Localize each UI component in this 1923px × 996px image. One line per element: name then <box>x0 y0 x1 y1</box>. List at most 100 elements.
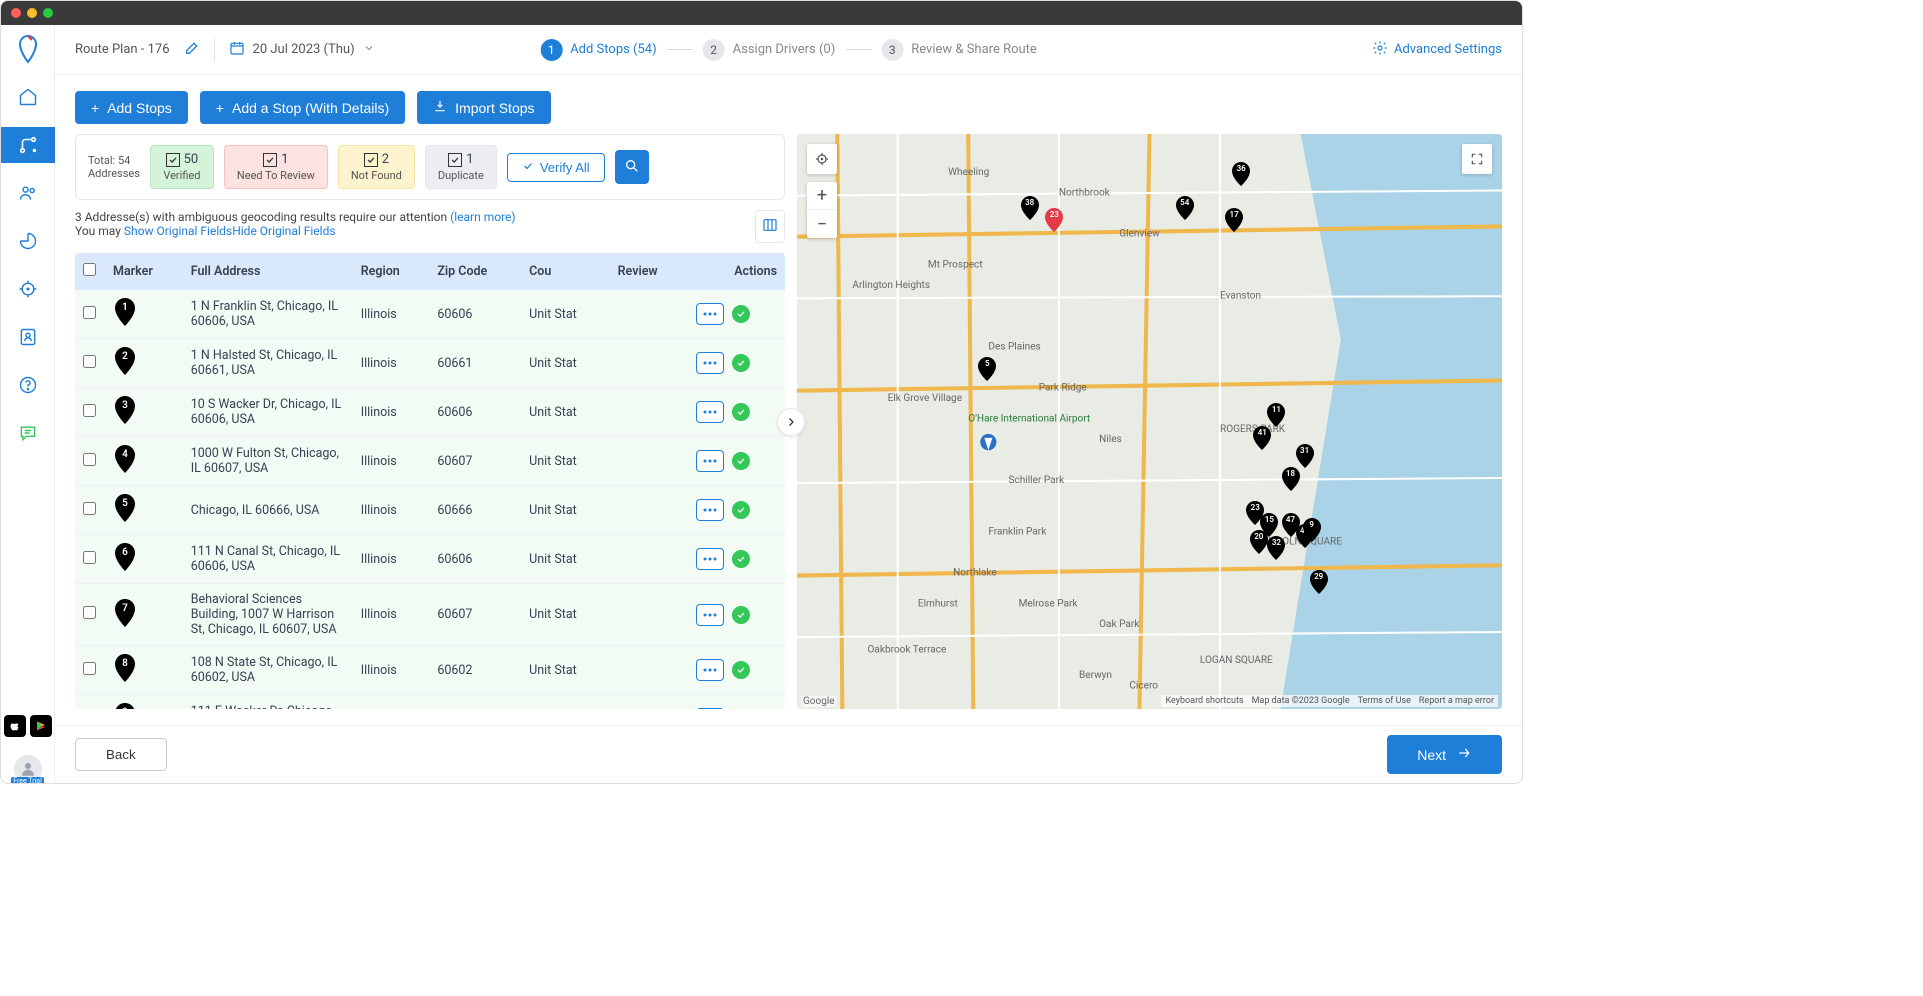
columns-button[interactable] <box>755 210 785 243</box>
play-store-icon[interactable] <box>30 715 52 737</box>
row-checkbox[interactable] <box>83 502 96 515</box>
stat-duplicate[interactable]: 1 Duplicate <box>425 145 497 189</box>
nav-help[interactable] <box>10 367 46 403</box>
map-pin[interactable]: 54 <box>1175 196 1195 220</box>
row-actions-button[interactable] <box>696 450 724 472</box>
map-zoom-out[interactable]: − <box>807 210 837 238</box>
marker-pin-icon: 9 <box>113 703 137 709</box>
table-row[interactable]: 2 1 N Halsted St, Chicago, IL 60661, USA… <box>75 339 785 388</box>
nav-contacts[interactable] <box>10 319 46 355</box>
table-row[interactable]: 4 1000 W Fulton St, Chicago, IL 60607, U… <box>75 437 785 486</box>
import-stops-button[interactable]: Import Stops <box>417 91 550 124</box>
back-button[interactable]: Back <box>75 738 167 771</box>
table-row[interactable]: 5 Chicago, IL 60666, USA Illinois 60666 … <box>75 486 785 535</box>
map-panel[interactable]: Wheeling Northbrook Glenview Evanston Mt… <box>797 134 1502 709</box>
table-row[interactable]: 9 111 E Wacker Dr, Chicago, IL 60601, US… <box>75 695 785 710</box>
wizard-steps: 1 Add Stops (54) 2 Assign Drivers (0) 3 … <box>540 39 1037 61</box>
map-shortcuts-link[interactable]: Keyboard shortcuts <box>1165 696 1243 706</box>
map-pin[interactable]: 36 <box>1231 162 1251 186</box>
apple-store-icon[interactable] <box>4 715 26 737</box>
table-row[interactable]: 8 108 N State St, Chicago, IL 60602, USA… <box>75 646 785 695</box>
map-pin[interactable]: 18 <box>1281 467 1301 491</box>
row-checkbox[interactable] <box>83 355 96 368</box>
nav-route-planner[interactable] <box>1 127 55 163</box>
stops-table-wrap: Marker Full Address Region Zip Code Cou … <box>75 253 785 709</box>
import-icon <box>433 99 447 116</box>
stat-verified[interactable]: 50 Verified <box>150 145 214 189</box>
next-button[interactable]: Next <box>1387 735 1502 774</box>
map-pin[interactable]: 9 <box>1302 518 1322 542</box>
verify-all-button[interactable]: Verify All <box>507 153 605 182</box>
nav-track[interactable] <box>10 271 46 307</box>
row-actions-button[interactable] <box>696 352 724 374</box>
svg-text:Berwyn: Berwyn <box>1079 670 1112 681</box>
map-pin[interactable]: 29 <box>1309 570 1329 594</box>
user-avatar[interactable]: Free Trial <box>14 755 42 783</box>
col-address: Full Address <box>183 253 353 290</box>
svg-text:Wheeling: Wheeling <box>948 167 990 178</box>
row-actions-button[interactable] <box>696 303 724 325</box>
map-pin[interactable]: 11 <box>1266 403 1286 427</box>
map-pin[interactable]: 32 <box>1266 536 1286 560</box>
search-button[interactable] <box>615 150 649 184</box>
trial-badge: Free Trial <box>11 777 44 783</box>
map-pin[interactable]: 17 <box>1224 208 1244 232</box>
row-checkbox[interactable] <box>83 404 96 417</box>
nav-analytics[interactable] <box>10 223 46 259</box>
window-close-icon[interactable] <box>11 8 21 18</box>
show-fields-link[interactable]: Show Original Fields <box>124 224 232 238</box>
window-maximize-icon[interactable] <box>43 8 53 18</box>
row-actions-button[interactable] <box>696 708 724 709</box>
row-actions-button[interactable] <box>696 499 724 521</box>
map-pin[interactable]: 38 <box>1020 196 1040 220</box>
map-pin[interactable]: 31 <box>1295 444 1315 468</box>
gear-icon <box>1372 40 1388 60</box>
stat-need-review[interactable]: 1 Need To Review <box>224 145 328 189</box>
row-checkbox[interactable] <box>83 453 96 466</box>
edit-plan-icon[interactable] <box>184 40 200 60</box>
advanced-settings-link[interactable]: Advanced Settings <box>1372 40 1502 60</box>
add-stops-button[interactable]: + Add Stops <box>75 91 188 124</box>
row-actions-button[interactable] <box>696 604 724 626</box>
map-terms-link[interactable]: Terms of Use <box>1358 696 1411 706</box>
checkbox-icon <box>263 153 277 167</box>
nav-home[interactable] <box>10 79 46 115</box>
row-checkbox[interactable] <box>83 662 96 675</box>
map-pin[interactable]: 5 <box>977 357 997 381</box>
nav-feedback[interactable] <box>10 415 46 451</box>
row-checkbox[interactable] <box>83 606 96 619</box>
table-row[interactable]: 1 1 N Franklin St, Chicago, IL 60606, US… <box>75 290 785 339</box>
checkbox-icon <box>448 153 462 167</box>
row-actions-button[interactable] <box>696 401 724 423</box>
step-add-stops[interactable]: 1 Add Stops (54) <box>540 39 656 61</box>
verified-icon <box>732 354 750 372</box>
stat-not-found[interactable]: 2 Not Found <box>338 145 415 189</box>
row-actions-button[interactable] <box>696 548 724 570</box>
add-stop-details-button[interactable]: + Add a Stop (With Details) <box>200 91 405 124</box>
map-pin[interactable]: 41 <box>1252 426 1272 450</box>
cell-region: Illinois <box>353 486 430 535</box>
verified-icon <box>732 661 750 679</box>
window-minimize-icon[interactable] <box>27 8 37 18</box>
map-locate-button[interactable] <box>807 144 837 174</box>
table-row[interactable]: 7 Behavioral Sciences Building, 1007 W H… <box>75 584 785 646</box>
col-country: Cou <box>521 253 610 290</box>
step-review-route[interactable]: 3 Review & Share Route <box>881 39 1037 61</box>
map-pin[interactable]: 23 <box>1044 208 1064 232</box>
table-row[interactable]: 3 10 S Wacker Dr, Chicago, IL 60606, USA… <box>75 388 785 437</box>
svg-text:O'Hare International Airport: O'Hare International Airport <box>968 413 1090 424</box>
expand-panel-button[interactable] <box>777 408 805 436</box>
select-all-checkbox[interactable] <box>83 263 96 276</box>
map-fullscreen-button[interactable] <box>1462 144 1492 174</box>
row-checkbox[interactable] <box>83 306 96 319</box>
hide-fields-link[interactable]: Hide Original Fields <box>232 224 335 238</box>
learn-more-link[interactable]: (learn more) <box>450 210 515 224</box>
row-actions-button[interactable] <box>696 659 724 681</box>
date-picker[interactable]: 20 Jul 2023 (Thu) <box>229 40 375 60</box>
map-report-link[interactable]: Report a map error <box>1419 696 1494 706</box>
map-zoom-in[interactable]: + <box>807 182 837 210</box>
nav-drivers[interactable] <box>10 175 46 211</box>
row-checkbox[interactable] <box>83 551 96 564</box>
step-assign-drivers[interactable]: 2 Assign Drivers (0) <box>703 39 836 61</box>
table-row[interactable]: 6 111 N Canal St, Chicago, IL 60606, USA… <box>75 535 785 584</box>
